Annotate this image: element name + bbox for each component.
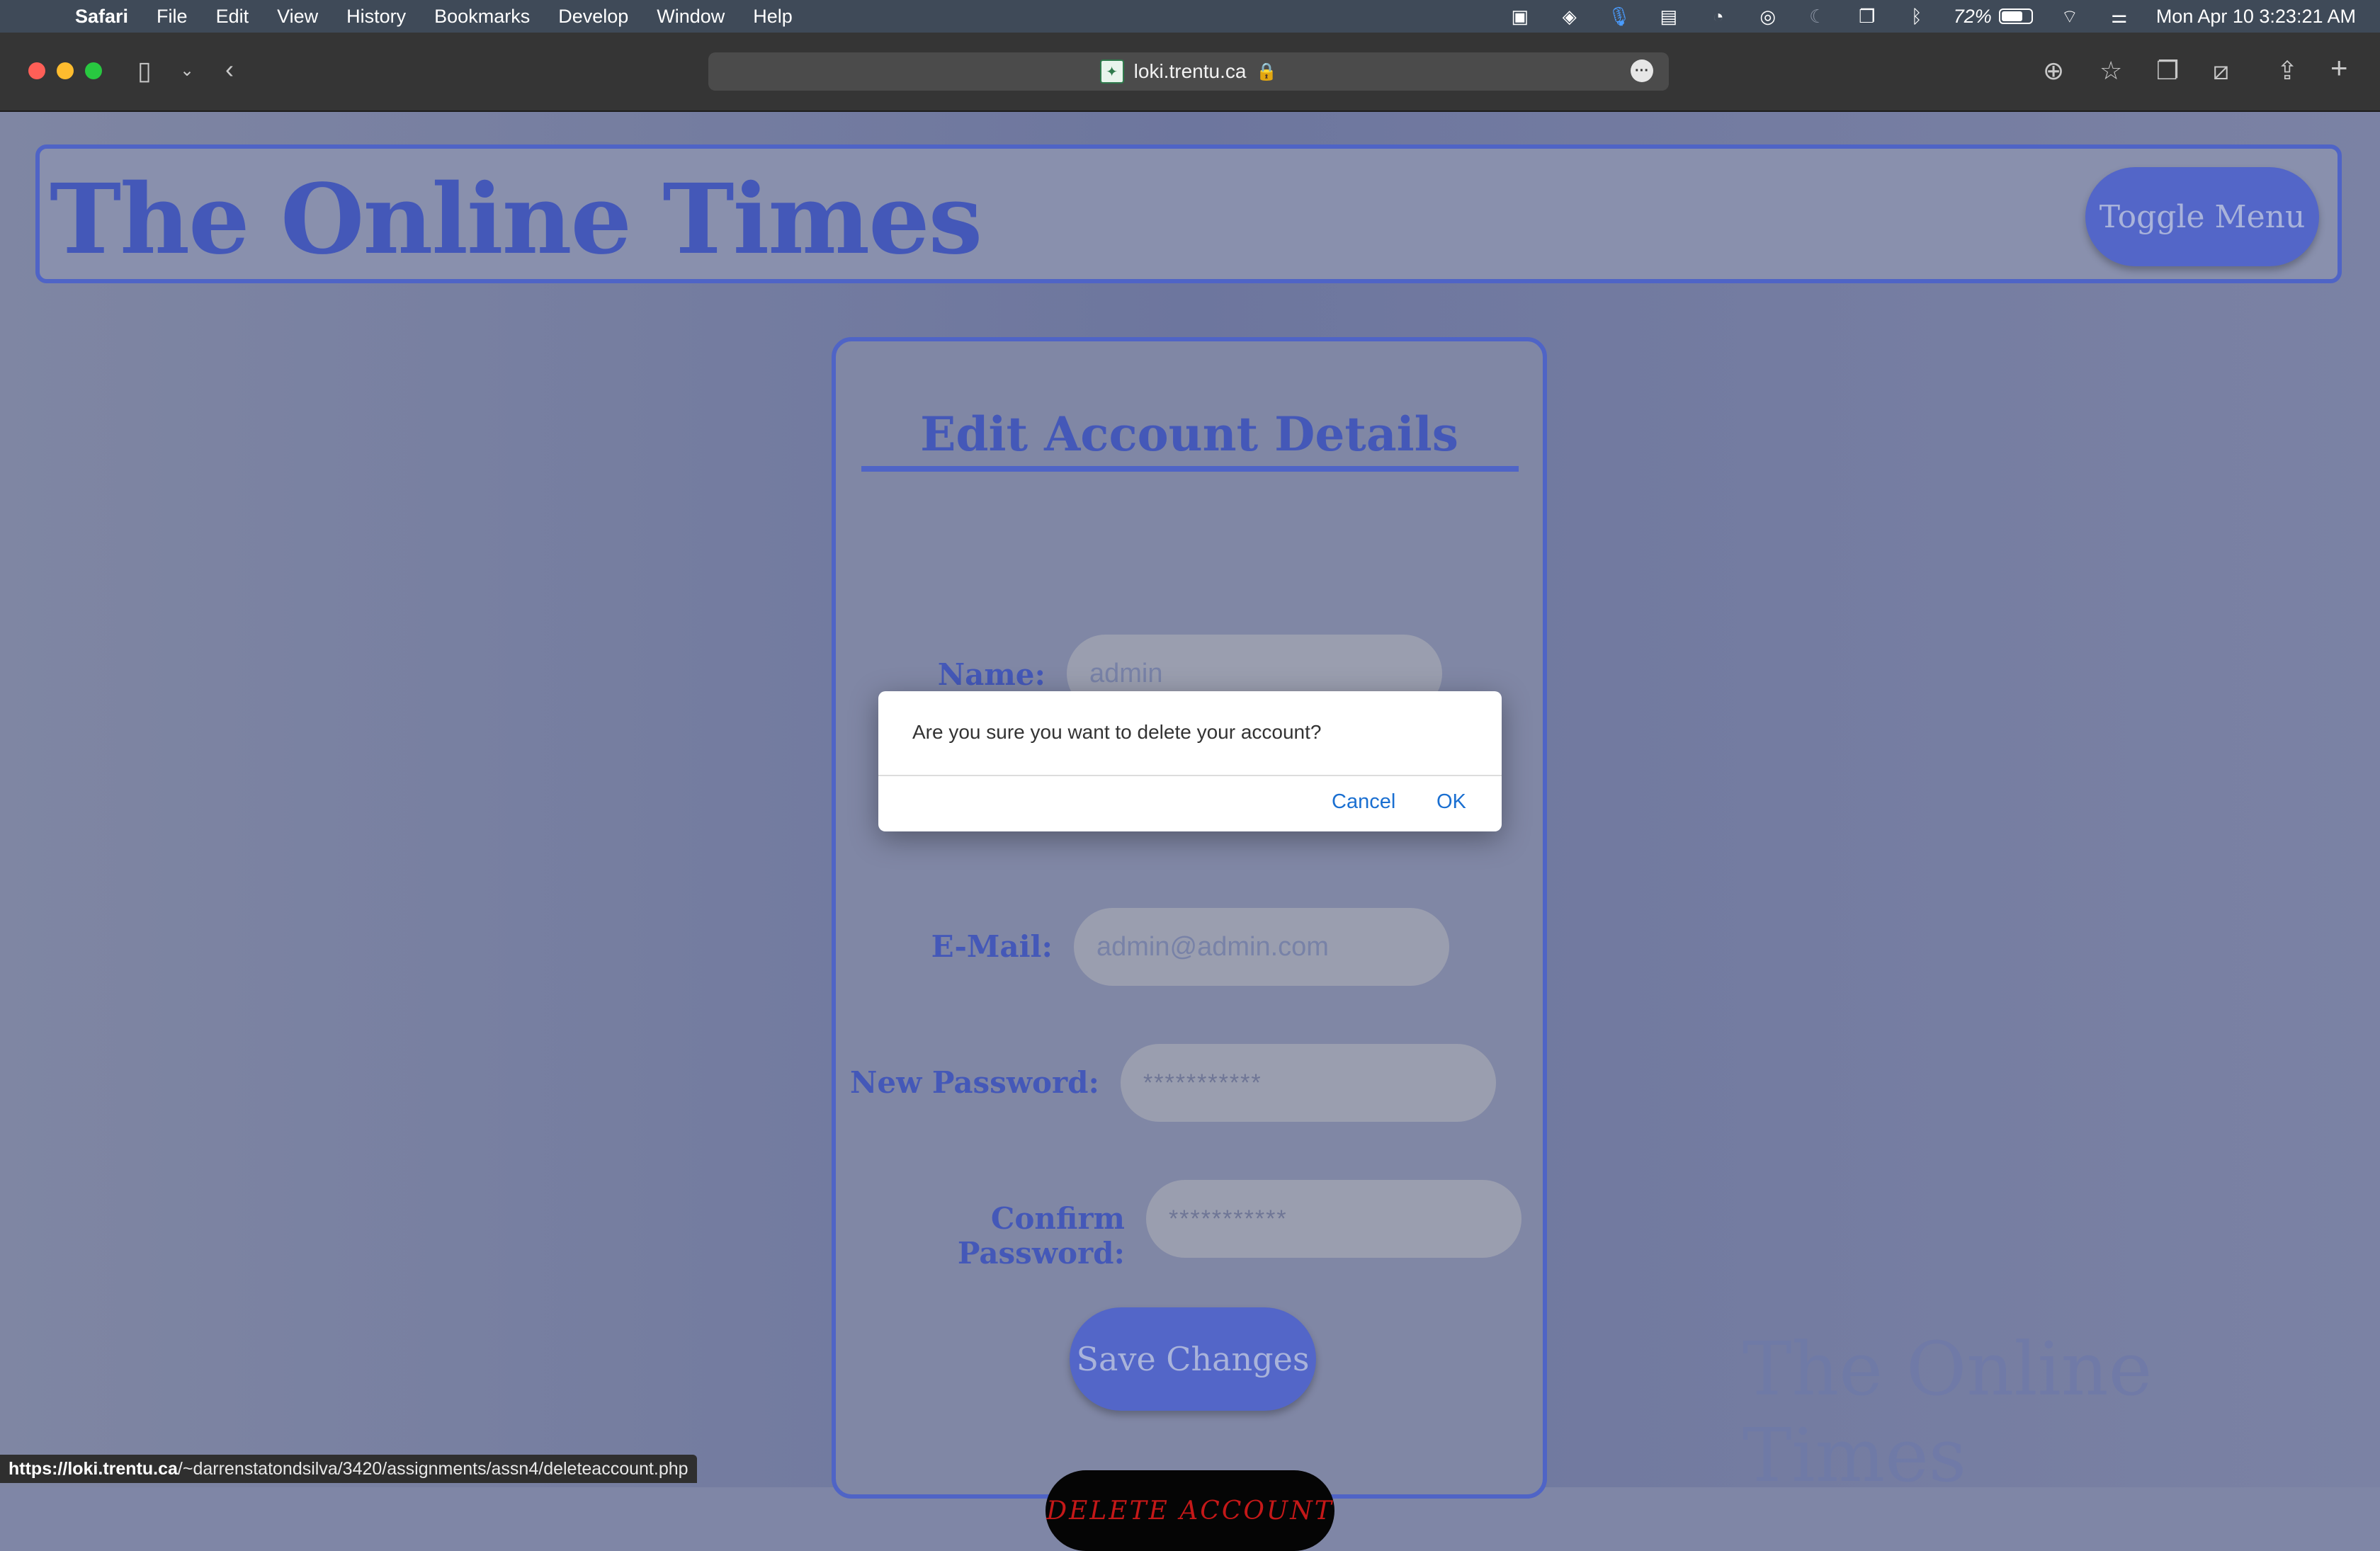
menu-view[interactable]: View (277, 6, 318, 28)
status-url-host: https://loki.trentu.ca (8, 1458, 178, 1479)
address-bar[interactable]: ✦ loki.trentu.ca 🔒 ··· (708, 52, 1669, 91)
menu-app[interactable]: Safari (75, 6, 128, 28)
status-url-path: /~darrenstatondsilva/3420/assignments/as… (177, 1458, 688, 1479)
microphone-icon[interactable]: 🎙 (1606, 6, 1632, 27)
menu-bar: Safari File Edit View History Bookmarks … (0, 0, 2380, 33)
name-label: Name: (937, 657, 1046, 692)
minimize-window-button[interactable] (57, 62, 74, 79)
chevron-down-icon[interactable]: ⌄ (180, 58, 194, 84)
share-icon[interactable]: ⇪ (2277, 58, 2298, 84)
bluetooth-icon[interactable]: ᛒ (1904, 6, 1930, 27)
menubar-clock[interactable]: Mon Apr 10 3:23:21 AM (2156, 6, 2356, 28)
windows-icon[interactable]: ❐ (1854, 6, 1880, 27)
status-area: ▣ ◈ 🎙 ▤ ◔ ◎ ☾ ❐ ᛒ 72% ⌔ ⚌ Mon Apr 10 3:2… (1507, 0, 2356, 33)
tab-overview-icon[interactable]: ❐ (2156, 58, 2179, 84)
more-options-icon[interactable]: ··· (1631, 59, 1653, 82)
address-host: loki.trentu.ca (1133, 60, 1247, 82)
menu-help[interactable]: Help (753, 6, 793, 28)
confirm-dialog: Are you sure you want to delete your acc… (878, 691, 1502, 831)
new-password-field[interactable]: *********** (1121, 1044, 1496, 1122)
bookmark-star-icon[interactable]: ☆ (2100, 58, 2122, 84)
browser-toolbar: ▯ ⌄ ‹ ✦ loki.trentu.ca 🔒 ··· ⊕ ☆ ❐ ⧄ ⇪ + (0, 33, 2380, 112)
close-window-button[interactable] (28, 62, 45, 79)
confirm-password-field[interactable]: *********** (1146, 1180, 1522, 1258)
battery-percent: 72% (1953, 5, 1992, 27)
menu-develop[interactable]: Develop (558, 6, 628, 28)
dialog-cancel-button[interactable]: Cancel (1332, 790, 1395, 814)
screen-share-icon[interactable]: ▣ (1507, 6, 1533, 27)
site-title: The Online Times (50, 163, 982, 276)
airdrop-icon[interactable]: ◎ (1755, 6, 1781, 27)
battery-fill (2001, 11, 2022, 21)
site-header: The Online Times Toggle Menu (35, 144, 2342, 283)
footer-watermark: The Online Times (1742, 1326, 2153, 1499)
zoom-window-button[interactable] (85, 62, 102, 79)
cast-icon[interactable]: ▤ (1656, 6, 1682, 27)
site-favicon-icon: ✦ (1099, 59, 1124, 84)
layers-icon[interactable]: ◈ (1557, 6, 1582, 27)
reading-list-icon[interactable]: ⧄ (2213, 58, 2229, 84)
sidebar-icon[interactable]: ▯ (137, 58, 152, 84)
new-tab-icon[interactable]: + (2330, 53, 2348, 83)
moon-icon[interactable]: ☾ (1805, 6, 1830, 27)
battery-icon (1998, 8, 2033, 24)
title-divider (861, 466, 1519, 472)
new-password-label: New Password: (849, 1065, 1099, 1100)
clock-icon[interactable]: ◔ (1706, 6, 1731, 27)
confirm-password-label: Confirm Password: (957, 1201, 1125, 1271)
email-label: E-Mail: (931, 929, 1053, 964)
back-icon[interactable]: ‹ (225, 57, 234, 82)
edit-account-card: Edit Account Details Name: admin E-Mail:… (832, 337, 1547, 1551)
menu-edit[interactable]: Edit (216, 6, 249, 28)
menu-history[interactable]: History (346, 6, 406, 28)
lock-icon: 🔒 (1256, 62, 1278, 81)
save-changes-button[interactable]: Save Changes (1070, 1307, 1316, 1411)
dialog-divider (878, 775, 1502, 776)
menu-bookmarks[interactable]: Bookmarks (434, 6, 530, 28)
link-status-bar: https://loki.trentu.ca/~darrenstatondsil… (0, 1455, 697, 1483)
downloads-icon[interactable]: ⊕ (2043, 58, 2064, 84)
wifi-icon[interactable]: ⌔ (2057, 6, 2082, 27)
menu-file[interactable]: File (157, 6, 188, 28)
battery-indicator[interactable]: 72% (1954, 6, 2033, 28)
toggle-menu-button[interactable]: Toggle Menu (2085, 167, 2319, 266)
dialog-ok-button[interactable]: OK (1436, 790, 1466, 814)
app-menus: Safari File Edit View History Bookmarks … (75, 0, 821, 33)
dialog-message: Are you sure you want to delete your acc… (912, 721, 1322, 743)
menu-window[interactable]: Window (657, 6, 725, 28)
email-field[interactable]: admin@admin.com (1074, 908, 1449, 986)
delete-account-button[interactable]: DELETE ACCOUNT (1046, 1470, 1334, 1551)
form-title: Edit Account Details (920, 407, 1458, 462)
control-center-icon[interactable]: ⚌ (2107, 6, 2132, 27)
